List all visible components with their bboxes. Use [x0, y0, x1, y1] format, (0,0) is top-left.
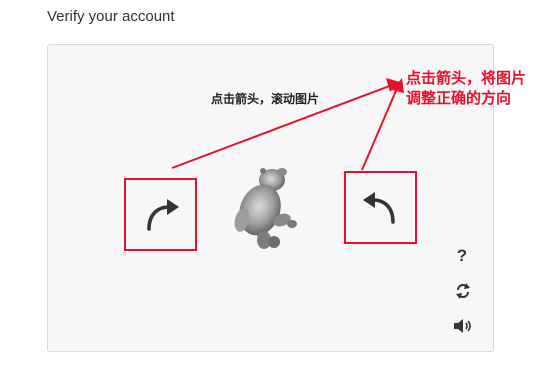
annotation-line-1: 点击箭头，将图片 [406, 69, 527, 87]
rotate-left-button[interactable] [124, 178, 197, 251]
captcha-instruction: 点击箭头，滚动图片 [211, 92, 320, 106]
refresh-icon[interactable] [453, 281, 473, 301]
annotation-line-2: 调整正确的方向 [406, 89, 512, 107]
rotate-right-button[interactable] [344, 171, 417, 244]
annotation-callout: 点击箭头，将图片 调整正确的方向 [406, 68, 526, 108]
page-title: Verify your account [47, 8, 175, 25]
speaker-icon[interactable] [453, 316, 473, 336]
help-icon[interactable]: ? [452, 246, 472, 266]
rotated-bear-image [234, 168, 297, 249]
rotate-counterclockwise-arrow-icon [362, 191, 395, 224]
rotate-clockwise-arrow-icon [146, 198, 179, 231]
